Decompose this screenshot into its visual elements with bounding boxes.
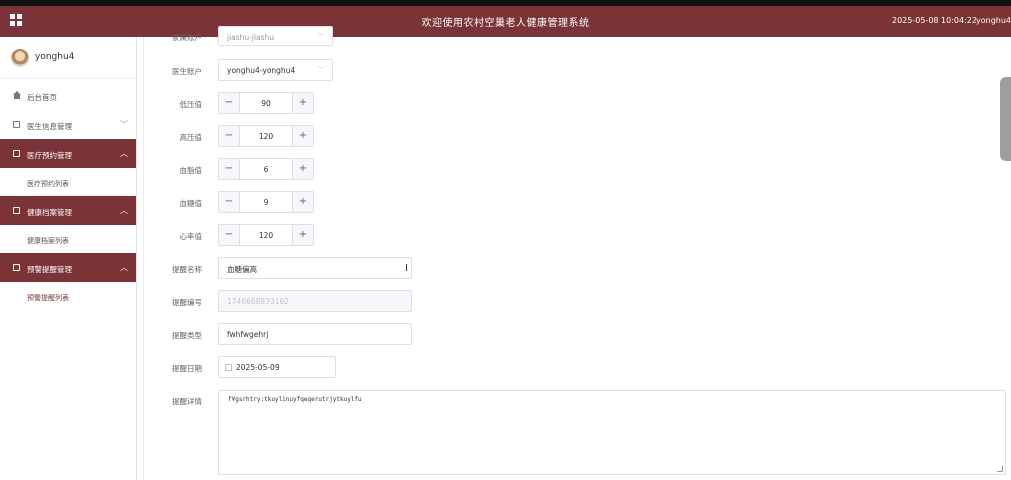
content-divider (143, 37, 144, 480)
increment-button[interactable]: + (292, 192, 313, 212)
low-pressure-stepper[interactable]: − 90 + (218, 92, 314, 114)
chevron-down-icon: ﹀ (318, 66, 325, 74)
low-pressure-label: 低压值 (179, 100, 203, 109)
doc-icon (13, 207, 20, 214)
decrement-button[interactable]: − (219, 225, 240, 245)
sidebar-subitem-label: 预警提醒列表 (27, 294, 69, 302)
sidebar-item-label: 医疗预约管理 (27, 151, 72, 160)
decrement-button[interactable]: − (219, 93, 240, 113)
increment-button[interactable]: + (292, 93, 313, 113)
alert-number-label: 提醒编号 (172, 298, 202, 307)
alert-number-input: 1746668833162 (218, 290, 412, 312)
stepper-value[interactable]: 6 (240, 165, 292, 174)
family-account-select[interactable]: jiashu-jiashu ﹀ (218, 26, 333, 46)
alert-type-input[interactable]: fwhfwgehrj (218, 323, 412, 345)
alert-name-label: 提醒名称 (172, 265, 202, 274)
sidebar-item-health-records[interactable]: 健康档案管理 ︿ (0, 196, 136, 225)
chevron-up-icon: ︿ (120, 206, 128, 215)
blood-lipid-stepper[interactable]: − 6 + (218, 158, 314, 180)
doctor-account-label: 医生账户 (172, 67, 202, 76)
home-icon (13, 91, 21, 99)
high-pressure-label: 高压值 (179, 133, 203, 142)
sidebar-item-label: 健康档案管理 (27, 208, 72, 217)
alert-detail-value: f¥gsrhtry:tkuylinuyfqeqerutrjytkuylfu (228, 396, 362, 403)
sidebar-item-alerts[interactable]: 预警提醒管理 ︿ (0, 253, 136, 282)
heart-rate-stepper[interactable]: − 120 + (218, 224, 314, 246)
alert-date-label: 提醒日期 (172, 364, 202, 373)
doctor-account-value: yonghu4-yonghu4 (227, 66, 296, 75)
profile-name: yonghu4 (35, 52, 75, 62)
sidebar-subitem-alert-list[interactable]: 预警提醒列表 (0, 282, 136, 310)
high-pressure-stepper[interactable]: − 120 + (218, 125, 314, 147)
blood-sugar-label: 血糖值 (179, 199, 203, 208)
calendar-icon (225, 364, 232, 371)
text-cursor-icon: I (405, 263, 408, 274)
doctor-account-select[interactable]: yonghu4-yonghu4 ﹀ (218, 59, 333, 81)
alert-type-label: 提醒类型 (172, 331, 202, 340)
sidebar-item-doctors[interactable]: 医生信息管理 ﹀ (0, 110, 136, 139)
family-account-value: jiashu-jiashu (227, 33, 275, 42)
sidebar-subitem-appointment-list[interactable]: 医疗预约列表 (0, 168, 136, 196)
doc-icon (13, 264, 20, 271)
sidebar-item-label: 后台首页 (27, 93, 57, 102)
alert-date-value: 2025-05-09 (236, 363, 280, 372)
increment-button[interactable]: + (292, 159, 313, 179)
increment-button[interactable]: + (292, 126, 313, 146)
avatar (11, 49, 29, 67)
stepper-value[interactable]: 9 (240, 198, 292, 207)
sidebar-item-label: 医生信息管理 (27, 122, 72, 131)
sidebar-item-home[interactable]: 后台首页 (0, 81, 136, 110)
chevron-down-icon: ﹀ (318, 33, 325, 41)
alert-name-input[interactable]: 血糖偏高 (218, 257, 412, 279)
sidebar-profile: yonghu4 (0, 37, 136, 79)
chevron-down-icon: ﹀ (120, 120, 128, 129)
blood-lipid-label: 血脂值 (179, 166, 203, 175)
sidebar: yonghu4 后台首页 医生信息管理 ﹀ 医疗预约管理 ︿ 医疗预约列表 健康… (0, 37, 137, 480)
decrement-button[interactable]: − (219, 159, 240, 179)
doc-icon (13, 150, 20, 157)
alert-date-picker[interactable]: 2025-05-09 (218, 356, 336, 378)
decrement-button[interactable]: − (219, 192, 240, 212)
stepper-value[interactable]: 120 (240, 132, 292, 141)
sidebar-subitem-health-record-list[interactable]: 健康档案列表 (0, 225, 136, 253)
sidebar-item-label: 预警提醒管理 (27, 265, 72, 274)
app-title: 欢迎使用农村空巢老人健康管理系统 (421, 18, 590, 29)
sidebar-item-appointments[interactable]: 医疗预约管理 ︿ (0, 139, 136, 168)
stepper-value[interactable]: 90 (240, 99, 292, 108)
stepper-value[interactable]: 120 (240, 231, 292, 240)
doc-icon (13, 121, 20, 128)
resize-handle-icon[interactable] (997, 466, 1003, 472)
blood-sugar-stepper[interactable]: − 9 + (218, 191, 314, 213)
header-datetime: 2025-05-08 10:04:22 (892, 16, 977, 25)
sidebar-subitem-label: 健康档案列表 (27, 237, 69, 245)
alert-detail-label: 提醒详情 (172, 397, 202, 406)
decrement-button[interactable]: − (219, 126, 240, 146)
increment-button[interactable]: + (292, 225, 313, 245)
sidebar-subitem-label: 医疗预约列表 (27, 180, 69, 188)
floating-side-tab[interactable] (1000, 77, 1011, 161)
alert-detail-textarea[interactable]: f¥gsrhtry:tkuylinuyfqeqerutrjytkuylfu (218, 390, 1006, 475)
chevron-up-icon: ︿ (120, 149, 128, 158)
heart-rate-label: 心率值 (179, 232, 203, 241)
family-account-label: 家属账户 (172, 33, 202, 42)
header-username[interactable]: yonghu4 (976, 16, 1011, 25)
chevron-up-icon: ︿ (120, 263, 128, 272)
